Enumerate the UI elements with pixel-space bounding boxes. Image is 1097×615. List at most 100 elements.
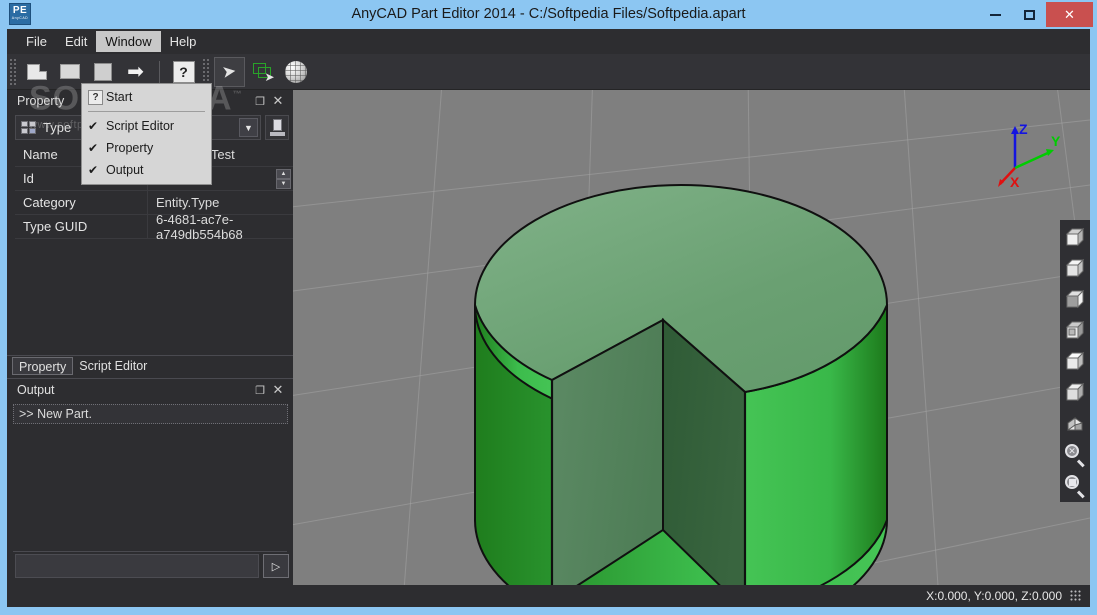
cube-right-icon: [1065, 320, 1085, 340]
close-button[interactable]: ✕: [1046, 2, 1093, 27]
client-area: File Edit Window Help ➡ ? ➤ ➤ Property ❐…: [7, 29, 1090, 607]
arrow-right-curved-icon: ➡: [127, 60, 144, 83]
cylinder-with-wedge-cut-model[interactable]: [293, 90, 1090, 607]
property-value[interactable]: 6-4681-ac7e-a749db554b68: [148, 212, 293, 242]
dock-tab-strip: Property Script Editor: [7, 355, 293, 375]
view-front-button[interactable]: [1062, 223, 1088, 251]
home-cube-icon: [1066, 414, 1085, 433]
zoom-fit-button[interactable]: ✕: [1062, 440, 1088, 468]
help-button[interactable]: ?: [168, 57, 199, 87]
menu-file[interactable]: File: [17, 31, 56, 52]
window-controls: ✕: [978, 2, 1093, 27]
view-home-button[interactable]: [1062, 409, 1088, 437]
status-bar: X:0.000, Y:0.000, Z:0.000: [7, 585, 1090, 607]
cube-front-icon: [1065, 227, 1085, 247]
magnifier-window-icon: [1065, 475, 1085, 498]
run-command-button[interactable]: ▷: [263, 554, 289, 578]
cursor-arrow-icon: ➤: [221, 60, 238, 82]
axis-label-x: X: [1010, 174, 1020, 190]
apply-property-button[interactable]: [265, 115, 289, 140]
output-panel: Output ❐ ✕ >> New Part. ▷: [7, 378, 293, 607]
property-panel-float-button[interactable]: ❐: [251, 95, 269, 108]
toolbar-grip-2[interactable]: [202, 57, 210, 86]
menu-item-output[interactable]: ✔ Output: [82, 159, 211, 181]
view-left-button[interactable]: [1062, 285, 1088, 313]
output-panel-close-button[interactable]: ✕: [269, 382, 287, 398]
menu-item-start[interactable]: ? Start: [82, 86, 211, 108]
axis-label-z: Z: [1019, 121, 1028, 137]
view-back-button[interactable]: [1062, 254, 1088, 282]
axis-label-y: Y: [1051, 133, 1061, 149]
chevron-down-icon[interactable]: ▼: [239, 118, 258, 137]
new-document-button[interactable]: [21, 57, 52, 87]
spinner-down-button[interactable]: ▼: [276, 179, 291, 189]
property-panel-title: Property: [17, 94, 65, 108]
property-key: Category: [15, 191, 148, 214]
folder-open-icon: [59, 64, 80, 79]
check-icon: ✔: [88, 119, 99, 133]
menu-item-label: Script Editor: [106, 119, 175, 133]
menu-item-property[interactable]: ✔ Property: [82, 137, 211, 159]
menu-item-script-editor[interactable]: ✔ Script Editor: [82, 115, 211, 137]
question-icon: ?: [88, 89, 103, 105]
property-type-value: Type: [43, 120, 72, 135]
output-panel-header: Output ❐ ✕: [7, 379, 293, 401]
play-icon: ▷: [271, 560, 281, 573]
resize-grip[interactable]: [1070, 590, 1082, 602]
window-menu-dropdown[interactable]: ? Start ✔ Script Editor ✔ Property ✔ Out…: [81, 83, 212, 185]
tab-script-editor[interactable]: Script Editor: [73, 357, 153, 375]
zoom-window-button[interactable]: [1062, 471, 1088, 499]
divider: [13, 551, 287, 552]
output-panel-title: Output: [17, 383, 55, 397]
tab-property[interactable]: Property: [12, 357, 74, 375]
box-select-icon: ➤: [252, 62, 275, 84]
menu-window[interactable]: Window: [96, 31, 161, 52]
minimize-icon: [989, 13, 1001, 16]
cube-top-icon: [1065, 351, 1085, 371]
new-document-icon: [26, 63, 47, 80]
menu-item-label: Output: [106, 163, 144, 177]
id-spinner[interactable]: ▲ ▼: [276, 169, 291, 189]
save-button[interactable]: [87, 57, 118, 87]
3d-viewport[interactable]: Z Y X ✕: [293, 90, 1090, 607]
cube-back-icon: [1065, 258, 1085, 278]
redo-button[interactable]: ➡: [120, 57, 151, 87]
window-title: AnyCAD Part Editor 2014 - C:/Softpedia F…: [351, 6, 746, 22]
apply-icon: [269, 119, 285, 136]
view-toolbar: ✕: [1060, 220, 1090, 502]
render-mode-button[interactable]: [280, 57, 311, 87]
toolbar-grip[interactable]: [9, 57, 17, 86]
menu-separator: [88, 111, 205, 112]
property-key: Type GUID: [15, 215, 148, 238]
command-input[interactable]: [15, 554, 259, 578]
coordinate-readout: X:0.000, Y:0.000, Z:0.000: [926, 589, 1062, 603]
box-select-button[interactable]: ➤: [247, 57, 278, 87]
magnifier-fit-icon: ✕: [1065, 444, 1085, 467]
application-window: PE AnyCAD AnyCAD Part Editor 2014 - C:/S…: [0, 0, 1097, 615]
view-bottom-button[interactable]: [1062, 378, 1088, 406]
close-icon: ✕: [1064, 6, 1075, 22]
open-document-button[interactable]: [54, 57, 85, 87]
view-top-button[interactable]: [1062, 347, 1088, 375]
minimize-button[interactable]: [978, 2, 1012, 27]
menu-item-label: Start: [106, 90, 133, 104]
table-row[interactable]: Type GUID 6-4681-ac7e-a749db554b68: [15, 212, 293, 242]
property-panel-close-button[interactable]: ✕: [269, 93, 287, 109]
checkered-sphere-icon: [284, 60, 307, 83]
check-icon: ✔: [88, 141, 99, 155]
cube-left-icon: [1065, 289, 1085, 309]
title-bar: PE AnyCAD AnyCAD Part Editor 2014 - C:/S…: [0, 0, 1097, 29]
view-right-button[interactable]: [1062, 316, 1088, 344]
cube-bottom-icon: [1065, 382, 1085, 402]
menu-bar: File Edit Window Help: [7, 29, 1090, 54]
maximize-button[interactable]: [1012, 2, 1046, 27]
spinner-up-button[interactable]: ▲: [276, 169, 291, 179]
check-icon: ✔: [88, 163, 99, 177]
output-panel-float-button[interactable]: ❐: [251, 384, 269, 397]
menu-help[interactable]: Help: [161, 31, 206, 52]
menu-edit[interactable]: Edit: [56, 31, 96, 52]
select-cursor-button[interactable]: ➤: [214, 56, 245, 87]
save-icon: [93, 62, 112, 81]
axis-triad: Z Y X: [998, 121, 1061, 190]
type-blocks-icon: [21, 120, 37, 135]
